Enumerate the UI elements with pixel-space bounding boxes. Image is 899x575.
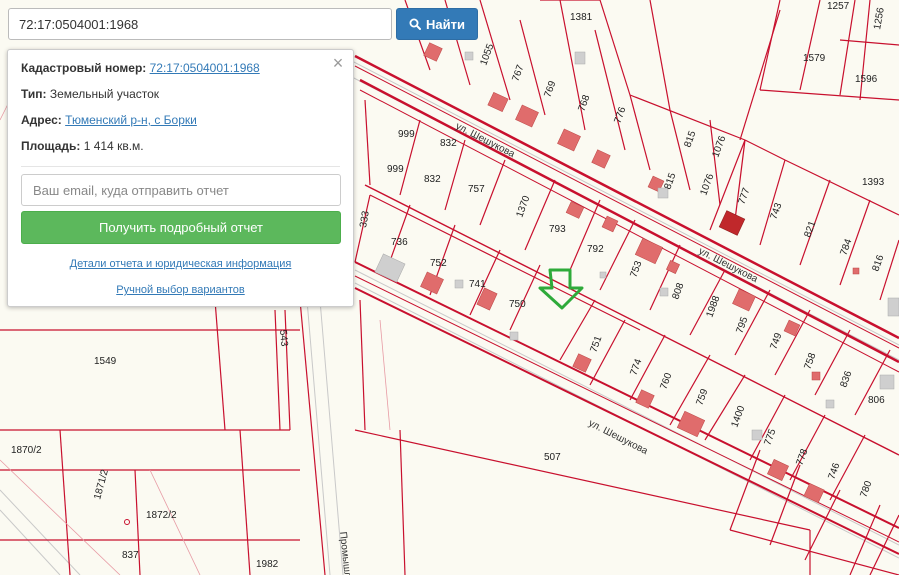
parcel-number-label: 750 bbox=[509, 299, 526, 310]
parcel-number-label: 1982 bbox=[256, 559, 279, 570]
parcel-number-label: 752 bbox=[430, 258, 447, 269]
parcel-number-label: 1579 bbox=[803, 53, 826, 64]
area-value: 1 414 кв.м. bbox=[83, 139, 144, 153]
address-link[interactable]: Тюменский р-н, с Борки bbox=[65, 113, 197, 127]
manual-selection-link[interactable]: Ручной выбор вариантов bbox=[21, 284, 340, 296]
parcel-number-label: 832 bbox=[440, 138, 457, 149]
close-icon[interactable]: × bbox=[331, 54, 345, 72]
parcel-number-label: 1381 bbox=[570, 12, 593, 23]
parcel-number-label: 1393 bbox=[862, 177, 885, 188]
divider bbox=[21, 166, 340, 167]
parcel-number-label: 736 bbox=[391, 237, 408, 248]
search-button-label: Найти bbox=[426, 16, 465, 32]
parcel-number-label: 999 bbox=[398, 129, 415, 140]
parcel-number-label: 1257 bbox=[827, 1, 850, 12]
area-label: Площадь: bbox=[21, 139, 81, 153]
parcel-number-label: 832 bbox=[424, 174, 441, 185]
cadastral-search-input[interactable] bbox=[8, 8, 392, 40]
address-row: Адрес: Тюменский р-н, с Борки bbox=[21, 112, 340, 138]
parcel-info-panel: × Кадастровый номер: 72:17:0504001:1968 … bbox=[7, 49, 354, 307]
search-bar: Найти bbox=[8, 8, 478, 40]
parcel-number-label: 793 bbox=[549, 224, 566, 235]
report-details-link[interactable]: Детали отчета и юридическая информация bbox=[21, 258, 340, 270]
email-input[interactable] bbox=[21, 174, 341, 206]
parcel-number-label: 792 bbox=[587, 244, 604, 255]
parcel-number-label: 741 bbox=[469, 279, 486, 290]
parcel-number-label: 1549 bbox=[94, 356, 117, 367]
cadastral-number-label: Кадастровый номер: bbox=[21, 61, 147, 75]
parcel-number-label: 1872/2 bbox=[146, 510, 177, 521]
parcel-number-label: 507 bbox=[544, 452, 561, 463]
parcel-number-label: 1870/2 bbox=[11, 445, 42, 456]
cadastral-number-row: Кадастровый номер: 72:17:0504001:1968 bbox=[21, 60, 340, 86]
type-value: Земельный участок bbox=[49, 87, 160, 101]
type-label: Тип: bbox=[21, 87, 47, 101]
parcel-number-label: 757 bbox=[468, 184, 485, 195]
search-button[interactable]: Найти bbox=[396, 8, 478, 40]
parcel-number-label: 543 bbox=[277, 329, 289, 347]
type-row: Тип: Земельный участок bbox=[21, 86, 340, 112]
area-row: Площадь: 1 414 кв.м. bbox=[21, 138, 340, 164]
address-label: Адрес: bbox=[21, 113, 62, 127]
search-icon bbox=[409, 18, 422, 30]
get-report-button[interactable]: Получить подробный отчет bbox=[21, 211, 341, 244]
parcel-number-label: 999 bbox=[387, 164, 404, 175]
parcel-number-label: 837 bbox=[122, 550, 139, 561]
parcel-number-label: 1596 bbox=[855, 74, 878, 85]
parcel-number-label: 806 bbox=[868, 395, 885, 406]
cadastral-number-link[interactable]: 72:17:0504001:1968 bbox=[150, 61, 260, 75]
